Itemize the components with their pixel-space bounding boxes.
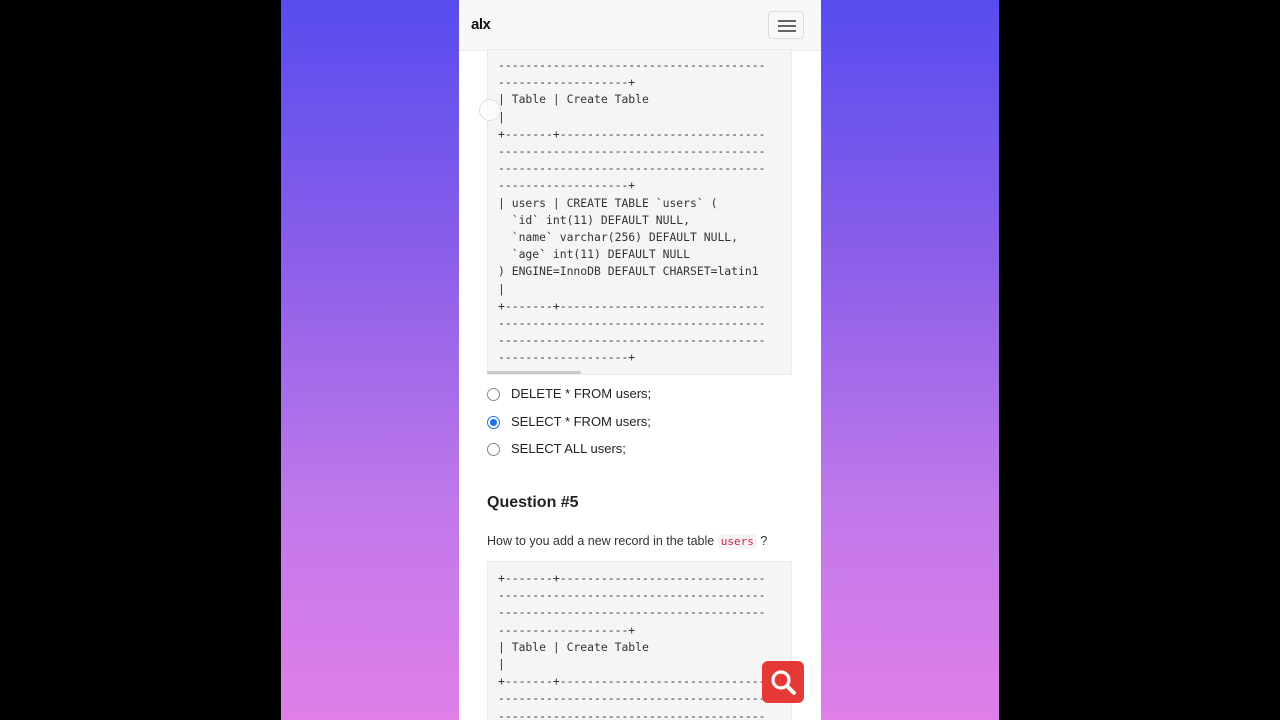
horizontal-scrollbar[interactable] [487, 371, 581, 374]
question-text-before: How to you add a new record in the table [487, 534, 715, 548]
code-text: --------------------------------------- … [498, 58, 766, 365]
option-label: SELECT ALL users; [511, 441, 626, 456]
question-text-after: ? [760, 534, 768, 548]
code-block-table-schema-2: +-------+------------------------------ … [487, 561, 792, 720]
option-label: SELECT * FROM users; [511, 414, 651, 429]
inline-code: users [717, 534, 757, 549]
top-navbar: alx [459, 0, 821, 51]
hamburger-icon-bar [778, 25, 796, 27]
touch-indicator [479, 99, 501, 121]
radio-button[interactable] [487, 443, 500, 456]
mobile-viewport: alx ------------------------------------… [459, 0, 821, 720]
question-title: Question #5 [487, 494, 579, 511]
radio-button[interactable] [487, 388, 500, 401]
hamburger-icon-bar [778, 30, 796, 32]
option-label: DELETE * FROM users; [511, 386, 652, 401]
search-button[interactable] [762, 661, 804, 703]
code-block-table-schema: --------------------------------------- … [487, 49, 792, 375]
search-icon [771, 670, 796, 695]
alx-logo[interactable]: alx [471, 16, 491, 33]
code-text: +-------+------------------------------ … [498, 571, 766, 720]
hamburger-icon [778, 20, 796, 22]
question-text: How to you add a new record in the table… [487, 534, 768, 549]
radio-button-selected[interactable] [487, 416, 500, 429]
hamburger-menu-button[interactable] [768, 11, 804, 39]
